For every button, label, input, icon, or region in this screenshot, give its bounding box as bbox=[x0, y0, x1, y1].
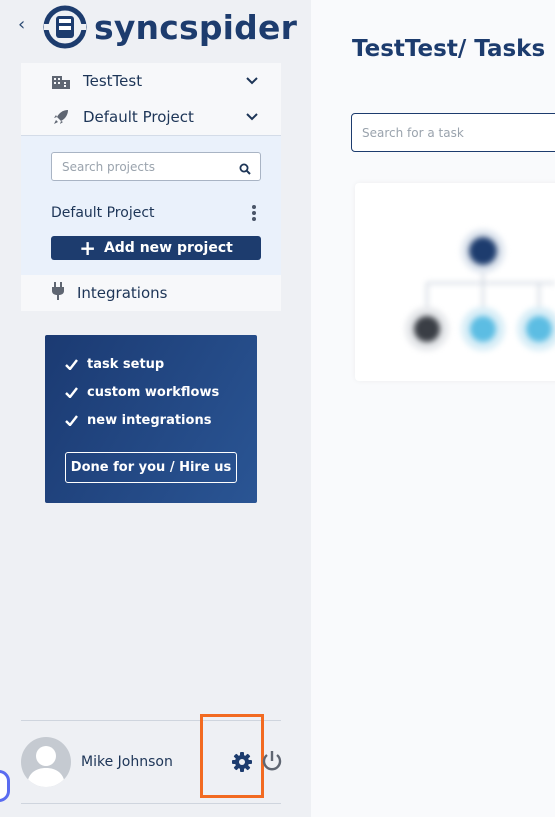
workspace-nav: TestTest Default Project bbox=[21, 63, 281, 135]
project-list-item[interactable]: Default Project bbox=[51, 205, 155, 221]
promo-item: custom workflows bbox=[65, 385, 219, 400]
promo-item-label: custom workflows bbox=[87, 385, 220, 400]
search-icon[interactable] bbox=[239, 160, 251, 179]
workflow-illustration bbox=[405, 229, 555, 351]
page-title: TestTest/ Tasks bbox=[352, 36, 546, 62]
add-new-project-label: Add new project bbox=[103, 240, 233, 256]
empty-state-card bbox=[355, 183, 555, 381]
sidebar-item-integrations[interactable]: Integrations bbox=[21, 275, 281, 311]
main-content: TestTest/ Tasks bbox=[311, 0, 555, 817]
hire-us-button[interactable]: Done for you / Hire us bbox=[65, 452, 237, 483]
plus-icon: + bbox=[79, 236, 96, 260]
divider bbox=[21, 803, 281, 804]
check-icon bbox=[65, 415, 78, 426]
chevron-down-icon[interactable] bbox=[245, 109, 259, 128]
plug-icon bbox=[51, 282, 65, 304]
project-dropdown: Default Project + Add new project bbox=[21, 135, 281, 275]
brand-logo[interactable]: syncspider bbox=[42, 4, 297, 50]
project-search-field[interactable] bbox=[51, 152, 261, 181]
task-search-field[interactable] bbox=[351, 113, 555, 152]
building-icon bbox=[51, 74, 71, 89]
power-icon[interactable] bbox=[261, 750, 283, 776]
project-search-input[interactable] bbox=[52, 153, 232, 180]
rocket-icon bbox=[51, 109, 71, 125]
task-search-input[interactable] bbox=[352, 114, 555, 151]
brand-name: syncspider bbox=[94, 7, 298, 47]
syncspider-logo-icon bbox=[43, 5, 87, 49]
highlight-box bbox=[200, 714, 264, 798]
add-new-project-button[interactable]: + Add new project bbox=[51, 236, 261, 260]
avatar[interactable] bbox=[21, 737, 71, 787]
check-icon bbox=[65, 387, 78, 398]
help-widget-icon[interactable] bbox=[0, 770, 10, 802]
hire-us-promo: task setup custom workflows new integrat… bbox=[45, 335, 257, 503]
more-options-icon[interactable] bbox=[250, 205, 258, 223]
project-label: Default Project bbox=[83, 108, 194, 126]
collapse-sidebar-icon[interactable]: ‹ bbox=[18, 14, 25, 35]
promo-item: new integrations bbox=[65, 413, 211, 428]
promo-item-label: task setup bbox=[87, 357, 165, 372]
promo-item: task setup bbox=[65, 357, 164, 372]
integrations-label: Integrations bbox=[77, 284, 168, 302]
user-name[interactable]: Mike Johnson bbox=[81, 754, 173, 770]
promo-item-label: new integrations bbox=[87, 413, 212, 428]
workspace-selector[interactable]: TestTest bbox=[21, 63, 281, 99]
project-selector[interactable]: Default Project bbox=[21, 99, 281, 135]
user-placeholder-icon bbox=[27, 746, 65, 787]
chevron-down-icon[interactable] bbox=[245, 73, 259, 92]
sidebar: ‹ syncspider TestTest Default Project Se… bbox=[0, 0, 311, 817]
workspace-label: TestTest bbox=[83, 72, 143, 90]
check-icon bbox=[65, 359, 78, 370]
